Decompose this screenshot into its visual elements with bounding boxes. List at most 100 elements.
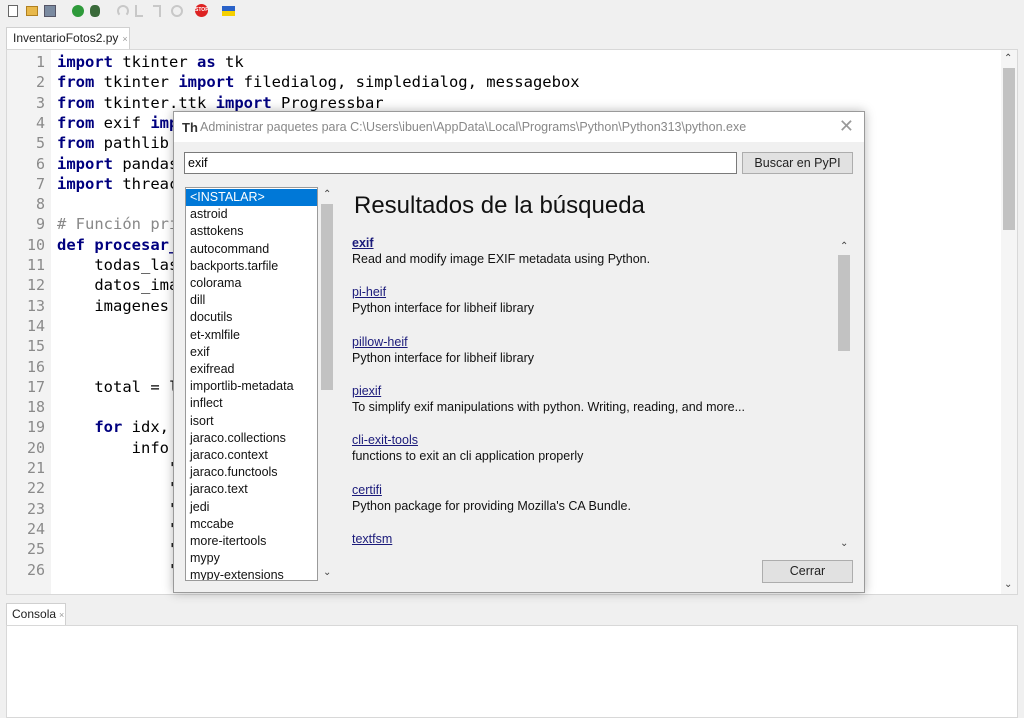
line-number: 15 — [26, 337, 45, 356]
result-package-link[interactable]: pillow-heif — [352, 335, 832, 349]
result-description: Python package for providing Mozilla's C… — [352, 498, 631, 513]
results-scrollbar[interactable]: ⌃ ⌄ — [836, 239, 852, 552]
line-number: 12 — [26, 276, 45, 295]
scroll-down-icon[interactable]: ⌄ — [323, 567, 331, 579]
package-list-item[interactable]: asttokens — [186, 223, 317, 240]
package-list-item[interactable]: <INSTALAR> — [186, 189, 317, 206]
console-close-icon[interactable]: × — [59, 610, 64, 620]
package-list-item[interactable]: astroid — [186, 206, 317, 223]
save-icon[interactable] — [44, 5, 56, 17]
close-button[interactable]: Cerrar — [762, 560, 853, 583]
package-list-item[interactable]: jaraco.context — [186, 447, 317, 464]
editor-scrollbar[interactable]: ⌃ ⌄ — [1001, 50, 1017, 594]
code-line: from tkinter.ttk import Progressbar — [57, 94, 384, 112]
resume-icon[interactable] — [171, 5, 183, 17]
tab-close-icon[interactable]: × — [122, 34, 127, 44]
package-list-item[interactable]: jaraco.functools — [186, 464, 317, 481]
package-list-item[interactable]: inflect — [186, 395, 317, 412]
stop-icon[interactable]: STOP — [195, 4, 209, 17]
run-icon[interactable] — [72, 5, 84, 17]
scroll-down-icon[interactable]: ⌄ — [840, 538, 848, 550]
package-list-item[interactable]: mccabe — [186, 516, 317, 533]
close-icon[interactable]: ✕ — [839, 116, 854, 137]
code-text: total = l — [57, 377, 179, 396]
result-package-link[interactable]: textfsm — [352, 532, 832, 546]
line-number: 7 — [35, 174, 45, 193]
code-text: " — [57, 479, 179, 498]
console-area[interactable] — [6, 625, 1018, 718]
open-file-icon[interactable] — [26, 6, 38, 16]
package-list-item[interactable]: et-xmlfile — [186, 327, 317, 344]
result-package-link[interactable]: cli-exit-tools — [352, 433, 832, 447]
code-text: exif — [94, 113, 151, 132]
package-list-scroll-thumb[interactable] — [321, 204, 333, 390]
editor-tab[interactable]: InventarioFotos2.py × — [6, 27, 130, 49]
package-list-item[interactable]: docutils — [186, 309, 317, 326]
results-scroll-thumb[interactable] — [838, 255, 850, 351]
code-text: tk — [215, 53, 244, 71]
dialog-title: Administrar paquetes para C:\Users\ibuen… — [200, 120, 747, 134]
scroll-down-icon[interactable]: ⌄ — [1004, 579, 1012, 591]
package-list[interactable]: <INSTALAR> astroid asttokens autocommand bac… — [185, 187, 318, 581]
package-list-item[interactable]: jaraco.collections — [186, 430, 317, 447]
package-list-item[interactable]: autocommand — [186, 241, 317, 258]
result-package-link[interactable]: certifi — [352, 483, 832, 497]
editor-scroll-thumb[interactable] — [1003, 68, 1015, 230]
thonny-icon: Th — [182, 120, 198, 135]
package-list-item[interactable]: exif — [186, 344, 317, 361]
package-list-item[interactable]: more-itertools — [186, 533, 317, 550]
package-list-item[interactable]: mypy — [186, 550, 317, 567]
package-list-item[interactable]: jaraco.text — [186, 481, 317, 498]
code-text: pandas — [113, 154, 179, 173]
code-text: Progressbar — [271, 93, 384, 112]
code-keyword: import — [57, 174, 113, 193]
code-line: datos_ima — [57, 276, 178, 294]
result-package-link[interactable]: piexif — [352, 384, 832, 398]
search-result: certifi Python package for providing Mozi… — [352, 483, 832, 513]
package-list-item[interactable]: exifread — [186, 361, 317, 378]
console-tab[interactable]: Consola × — [6, 603, 66, 625]
code-keyword: from — [57, 73, 95, 92]
package-list-item[interactable]: colorama — [186, 275, 317, 292]
code-line: from exif imp — [57, 114, 178, 132]
line-number: 11 — [26, 256, 45, 274]
step-into-icon[interactable] — [135, 5, 143, 17]
search-results: exif Read and modify image EXIF metadata … — [352, 236, 836, 552]
code-keyword: import — [57, 154, 113, 173]
result-package-link[interactable]: exif — [352, 236, 832, 250]
line-number: 9 — [35, 215, 45, 234]
console-tab-label: Consola — [12, 607, 57, 621]
package-list-item[interactable]: dill — [186, 292, 317, 309]
line-number: 2 — [35, 73, 45, 92]
package-list-item[interactable]: isort — [186, 413, 317, 430]
code-keyword: from — [57, 93, 95, 112]
code-text: " — [57, 540, 179, 559]
step-out-icon[interactable] — [153, 5, 161, 17]
code-text: " — [57, 499, 179, 518]
package-list-item[interactable]: backports.tarfile — [186, 258, 317, 275]
package-list-item[interactable]: mypy-extensions — [186, 567, 317, 580]
new-file-icon[interactable] — [8, 5, 18, 17]
step-over-icon[interactable] — [117, 5, 129, 17]
scroll-up-icon[interactable]: ⌃ — [323, 189, 331, 201]
result-description: Python interface for libheif library — [352, 301, 535, 316]
package-list-item[interactable]: jedi — [186, 499, 317, 516]
line-number: 20 — [26, 438, 45, 457]
dialog-titlebar: Th Administrar paquetes para C:\Users\ib… — [174, 112, 864, 142]
code-text: threac — [113, 174, 179, 193]
code-line: info — [57, 439, 169, 457]
ukraine-flag-icon[interactable] — [222, 6, 235, 16]
search-input[interactable] — [184, 152, 737, 174]
package-list-scrollbar[interactable]: ⌃ ⌄ — [319, 187, 335, 581]
search-pypi-button[interactable]: Buscar en PyPI — [742, 152, 853, 174]
scroll-up-icon[interactable]: ⌃ — [840, 241, 848, 253]
search-result: exif Read and modify image EXIF metadata … — [352, 236, 832, 266]
search-result: pi-heif Python interface for libheif libr… — [352, 285, 832, 315]
line-number-gutter: 1 2 3 4 5 6 7 8 9 10 11 12 13 14 15 16 17 18 19 20 21 22 23 24 2… — [7, 50, 51, 594]
scroll-up-icon[interactable]: ⌃ — [1004, 53, 1012, 65]
result-package-link[interactable]: pi-heif — [352, 285, 832, 299]
debug-icon[interactable] — [90, 5, 100, 17]
package-list-item[interactable]: importlib-metadata — [186, 378, 317, 395]
code-text: tkinter — [113, 53, 197, 71]
line-number: 10 — [26, 235, 45, 254]
